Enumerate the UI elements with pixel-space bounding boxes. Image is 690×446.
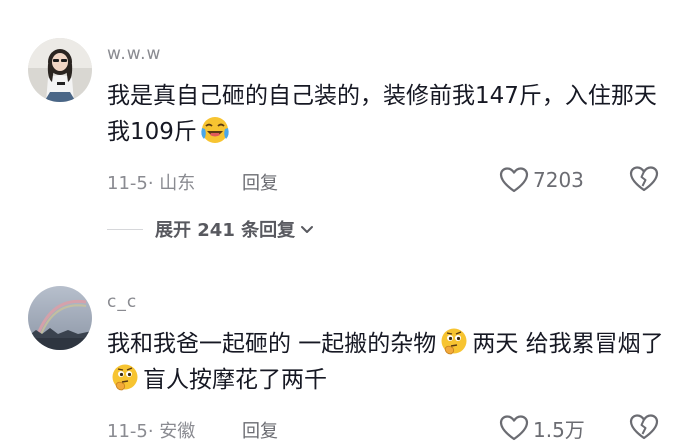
crying-laughing-emoji-icon (201, 117, 229, 143)
comment-text-content: 我是真自己砸的自己装的，装修前我147斤，入住那天我109斤 (107, 83, 657, 145)
comment-date-location: 11-5· 安徽 (107, 421, 196, 442)
avatar-image (28, 38, 92, 102)
comment-item: c_c 我和我爸一起砸的 一起搬的杂物 两天 给我累冒烟了 盲人按摩花了两千 1… (0, 260, 690, 445)
avatar[interactable] (28, 286, 92, 350)
like-button[interactable]: 7203 (499, 165, 584, 195)
comment-text: 我是真自己砸的自己装的，装修前我147斤，入住那天我109斤 (107, 78, 667, 150)
like-count: 7203 (533, 168, 584, 192)
expand-replies-label: 展开 241 条回复 (155, 220, 296, 241)
comment-text-content: 两天 给我累冒烟了 (472, 331, 664, 357)
dislike-button[interactable] (629, 165, 659, 198)
reply-button[interactable]: 回复 (242, 169, 278, 195)
comment-meta: 11-5· 安徽 回复 1.5万 (107, 413, 667, 443)
chevron-down-icon (301, 226, 314, 233)
comment-text: 我和我爸一起砸的 一起搬的杂物 两天 给我累冒烟了 盲人按摩花了两千 (107, 326, 667, 398)
heart-outline-icon (499, 167, 529, 193)
heart-outline-icon (499, 415, 529, 441)
like-button[interactable]: 1.5万 (499, 413, 585, 443)
comment-username[interactable]: w.w.w (107, 44, 161, 64)
thinking-emoji-icon (441, 328, 467, 355)
dislike-button[interactable] (629, 413, 659, 446)
avatar[interactable] (28, 38, 92, 102)
broken-heart-outline-icon (629, 414, 659, 440)
comment-username[interactable]: c_c (107, 292, 137, 312)
comment-item: w.w.w 我是真自己砸的自己装的，装修前我147斤，入住那天我109斤 11-… (0, 0, 690, 260)
reply-button[interactable]: 回复 (242, 417, 278, 443)
thinking-emoji-icon (112, 364, 138, 391)
expand-replies-button[interactable]: 展开 241 条回复 (107, 215, 315, 243)
comment-date-location: 11-5· 山东 (107, 173, 196, 194)
comment-meta: 11-5· 山东 回复 7203 (107, 165, 667, 195)
expand-divider (107, 228, 143, 230)
avatar-image (28, 286, 92, 350)
comment-text-content: 盲人按摩花了两千 (143, 367, 327, 393)
comment-text-content: 我和我爸一起砸的 一起搬的杂物 (107, 331, 437, 357)
like-count: 1.5万 (533, 417, 585, 442)
broken-heart-outline-icon (629, 166, 659, 192)
